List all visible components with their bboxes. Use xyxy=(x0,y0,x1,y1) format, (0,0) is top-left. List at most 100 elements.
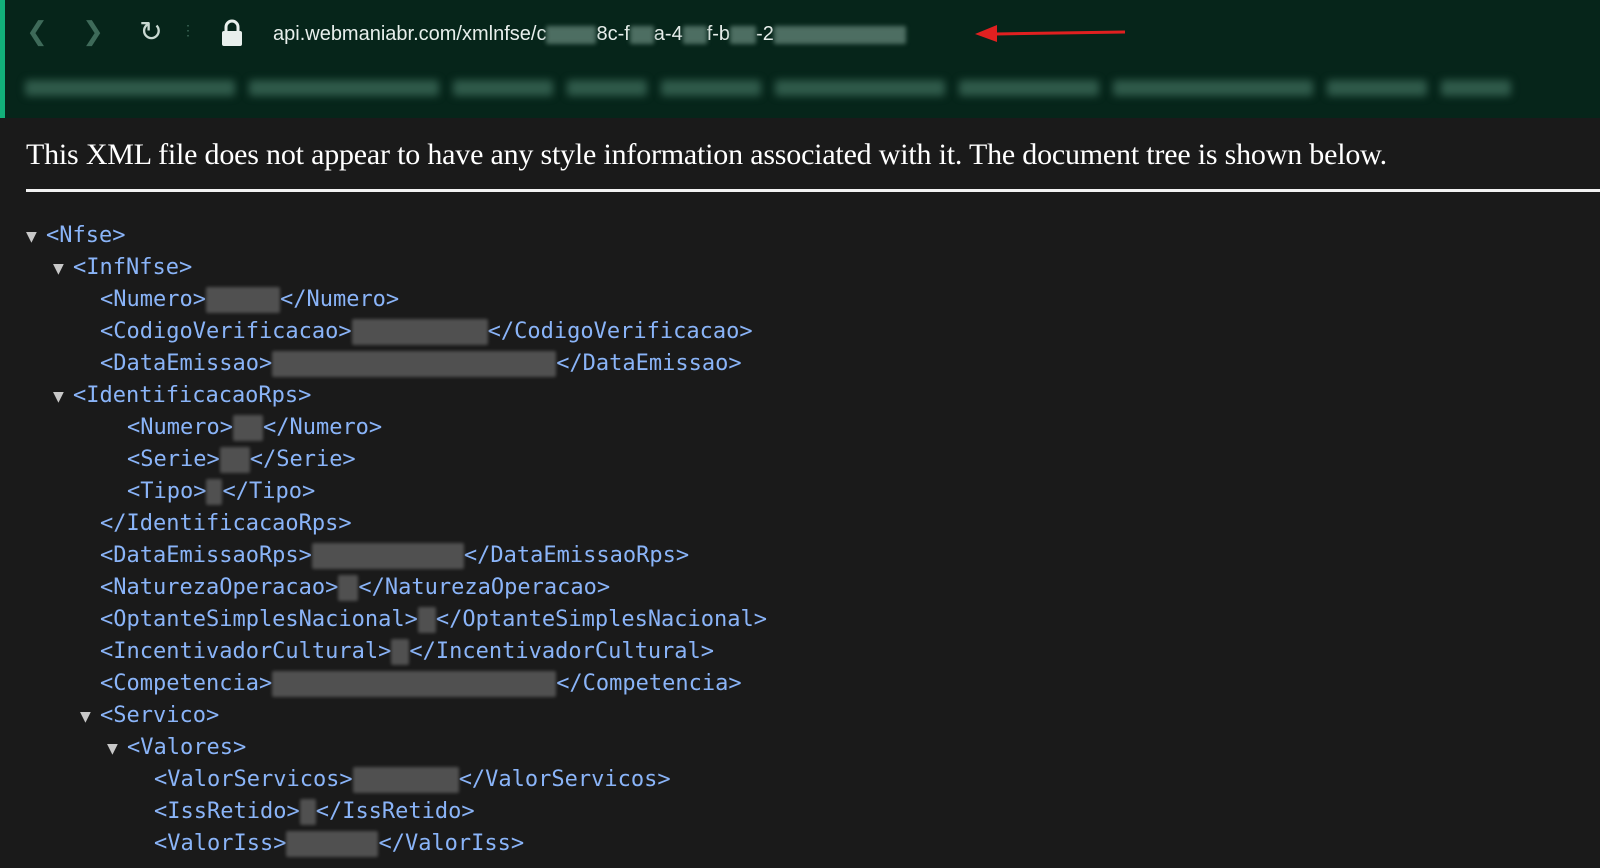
xml-open-tag: <IssRetido> xyxy=(154,799,300,824)
redacted-value xyxy=(351,319,488,345)
xml-node-line: <Numero> </Numero> xyxy=(26,284,767,316)
xml-node-line: <OptanteSimplesNacional> </OptanteSimples… xyxy=(26,604,767,636)
xml-close-tag: </ValorIss> xyxy=(378,831,525,856)
redacted-value xyxy=(391,639,410,665)
xml-close-tag: </CodigoVerificacao> xyxy=(487,319,753,344)
xml-close-tag: </OptanteSimplesNacional> xyxy=(435,607,768,632)
redacted-value xyxy=(299,799,316,825)
reload-icon[interactable]: ↻ xyxy=(133,14,169,50)
bookmark-item[interactable] xyxy=(249,80,439,96)
bookmark-item[interactable] xyxy=(775,80,945,96)
bookmark-item[interactable] xyxy=(661,80,761,96)
xml-open-tag: <Competencia> xyxy=(100,671,273,696)
xml-node-line[interactable]: ▼ <Servico> xyxy=(26,700,767,732)
xml-open-tag: <Numero> xyxy=(100,287,206,312)
url-redaction xyxy=(730,25,757,44)
url-redaction xyxy=(773,25,906,44)
redacted-value xyxy=(286,831,379,857)
forward-icon[interactable]: ❯ xyxy=(75,14,111,50)
redacted-value xyxy=(232,415,263,441)
xml-node-line: <Tipo> </Tipo> xyxy=(26,476,767,508)
style-notice: This XML file does not appear to have an… xyxy=(26,138,1387,171)
redacted-value xyxy=(352,767,459,793)
redacted-value xyxy=(311,543,464,569)
redacted-value xyxy=(338,575,359,601)
xml-open-tag: <IdentificacaoRps> xyxy=(73,383,312,408)
xml-open-tag: <Valores> xyxy=(127,735,247,760)
xml-close-tag: </DataEmissaoRps> xyxy=(463,543,690,568)
collapse-toggle-icon[interactable]: ▼ xyxy=(26,221,46,253)
annotation-arrow xyxy=(975,25,1126,42)
collapse-toggle-icon[interactable]: ▼ xyxy=(107,733,127,765)
xml-node-line[interactable]: ▼ <InfNfse> xyxy=(26,252,767,284)
url-text: a-4 xyxy=(653,23,683,45)
xml-close-tag: </Numero> xyxy=(279,287,400,312)
redacted-value xyxy=(272,671,557,697)
xml-open-tag: <IncentivadorCultural> xyxy=(100,639,392,664)
xml-node-line: <Numero> </Numero> xyxy=(26,412,767,444)
address-bar[interactable]: api.webmaniabr.com/xmlnfse/c 8c-f a-4 f-b -2 xyxy=(273,20,906,48)
xml-close-tag: </Tipo> xyxy=(222,479,316,504)
xml-open-tag: <OptanteSimplesNacional> xyxy=(100,607,418,632)
xml-close-tag: </Serie> xyxy=(249,447,356,472)
xml-close-tag: </IssRetido> xyxy=(315,799,475,824)
bookmark-item[interactable] xyxy=(1113,80,1313,96)
xml-open-tag: <NaturezaOperacao> xyxy=(100,575,339,600)
xml-node-line[interactable]: ▼ <Nfse> xyxy=(26,220,767,252)
xml-node-line: <CodigoVerificacao> </CodigoVerificacao> xyxy=(26,316,767,348)
xml-close-tag: </Numero> xyxy=(262,415,383,440)
address-divider: ⋮ xyxy=(181,22,195,38)
xml-close-tag: </ValorServicos> xyxy=(458,767,671,792)
bookmark-item[interactable] xyxy=(959,80,1099,96)
url-text: -2 xyxy=(756,23,774,45)
url-text: api.webmaniabr.com/xmlnfse/c xyxy=(273,23,547,45)
xml-open-tag: <CodigoVerificacao> xyxy=(100,319,352,344)
xml-open-tag: <DataEmissao> xyxy=(100,351,273,376)
xml-node-line: <ValorIss> </ValorIss> xyxy=(26,828,767,860)
xml-open-tag: <ValorServicos> xyxy=(154,767,353,792)
notice-divider xyxy=(26,189,1600,192)
back-icon[interactable]: ❮ xyxy=(19,14,55,50)
bookmark-item[interactable] xyxy=(25,80,235,96)
collapse-toggle-icon[interactable]: ▼ xyxy=(80,701,100,733)
xml-node-line: <Competencia> </Competencia> xyxy=(26,668,767,700)
bookmark-item[interactable] xyxy=(567,80,647,96)
xml-viewer: This XML file does not appear to have an… xyxy=(0,118,1600,868)
xml-node-line: <NaturezaOperacao> </NaturezaOperacao> xyxy=(26,572,767,604)
xml-open-tag: <Servico> xyxy=(100,703,220,728)
xml-node-line: </IdentificacaoRps> xyxy=(26,508,767,540)
lock-icon[interactable] xyxy=(219,18,245,48)
xml-close-tag: </DataEmissao> xyxy=(556,351,742,376)
redacted-value xyxy=(206,479,223,505)
xml-node-line: <DataEmissao> </DataEmissao> xyxy=(26,348,767,380)
xml-open-tag: <Tipo> xyxy=(127,479,207,504)
collapse-toggle-icon[interactable]: ▼ xyxy=(53,253,73,285)
xml-node-line: <Serie> </Serie> xyxy=(26,444,767,476)
redacted-value xyxy=(417,607,436,633)
bookmarks-bar xyxy=(25,72,1595,104)
url-redaction xyxy=(546,25,597,44)
xml-close-tag: </IncentivadorCultural> xyxy=(409,639,715,664)
bookmark-item[interactable] xyxy=(453,80,553,96)
redacted-value xyxy=(205,287,280,313)
xml-open-tag: <Serie> xyxy=(127,447,220,472)
xml-node-line[interactable]: ▼ <Valores> xyxy=(26,732,767,764)
xml-open-tag: <InfNfse> xyxy=(73,255,193,280)
xml-node-line: <DataEmissaoRps> </DataEmissaoRps> xyxy=(26,540,767,572)
xml-open-tag: <ValorIss> xyxy=(154,831,287,856)
xml-open-tag: <DataEmissaoRps> xyxy=(100,543,312,568)
bookmark-item[interactable] xyxy=(1327,80,1427,96)
url-redaction xyxy=(629,25,654,44)
redacted-value xyxy=(219,447,250,473)
xml-node-line[interactable]: ▼ <IdentificacaoRps> xyxy=(26,380,767,412)
bookmark-item[interactable] xyxy=(1441,80,1511,96)
collapse-toggle-icon[interactable]: ▼ xyxy=(53,381,73,413)
xml-close-tag: </Competencia> xyxy=(556,671,742,696)
xml-node-line: <IssRetido> </IssRetido> xyxy=(26,796,767,828)
redacted-value xyxy=(272,351,557,377)
xml-open-tag: <Nfse> xyxy=(46,223,126,248)
xml-node-line: <IncentivadorCultural> </IncentivadorCult… xyxy=(26,636,767,668)
xml-node-line: <ValorServicos> </ValorServicos> xyxy=(26,764,767,796)
url-text: 8c-f xyxy=(596,23,630,45)
xml-open-tag: <Numero> xyxy=(127,415,233,440)
